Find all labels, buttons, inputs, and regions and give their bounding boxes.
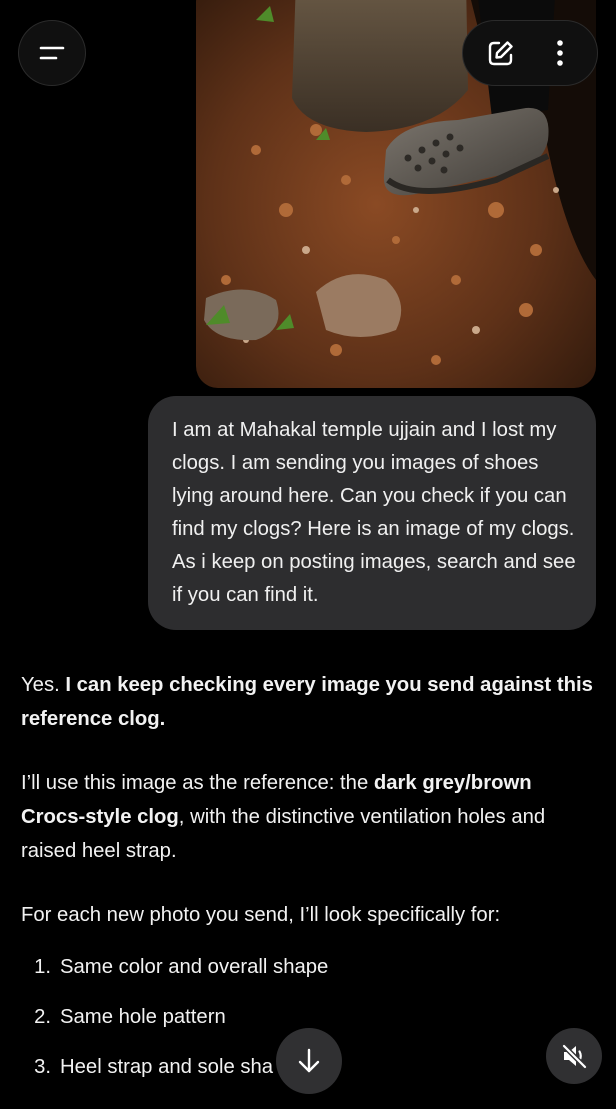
speaker-muted-icon xyxy=(561,1043,588,1070)
header-actions xyxy=(462,20,598,86)
arrow-down-icon xyxy=(298,1048,320,1073)
list-item: 1. Same color and overall shape xyxy=(21,950,601,1000)
list-item-text: Same color and overall shape xyxy=(60,956,329,978)
scroll-to-bottom-button[interactable] xyxy=(276,1028,342,1094)
menu-icon xyxy=(39,46,65,60)
list-number: 2. xyxy=(34,1006,51,1028)
user-message-text: I am at Mahakal temple ujjain and I lost… xyxy=(172,419,576,606)
response-bold-text: I can keep checking every image you send… xyxy=(21,674,593,730)
list-item-text: Heel strap and sole sha xyxy=(60,1056,274,1078)
list-item-text: Same hole pattern xyxy=(60,1006,226,1028)
response-paragraph-2: I’ll use this image as the reference: th… xyxy=(21,766,601,868)
list-number: 1. xyxy=(34,956,51,978)
response-paragraph-1: Yes. I can keep checking every image you… xyxy=(21,668,601,736)
mute-button[interactable] xyxy=(546,1028,602,1084)
new-chat-button[interactable] xyxy=(477,29,525,77)
menu-button[interactable] xyxy=(18,20,86,86)
more-options-button[interactable] xyxy=(536,29,584,77)
list-number: 3. xyxy=(34,1056,51,1078)
more-vertical-icon xyxy=(556,40,563,66)
user-message-bubble: I am at Mahakal temple ujjain and I lost… xyxy=(148,396,596,630)
response-paragraph-3: For each new photo you send, I’ll look s… xyxy=(21,904,501,926)
response-text: I’ll use this image as the reference: th… xyxy=(21,772,374,794)
edit-icon xyxy=(488,41,513,66)
response-text: Yes. xyxy=(21,674,66,696)
